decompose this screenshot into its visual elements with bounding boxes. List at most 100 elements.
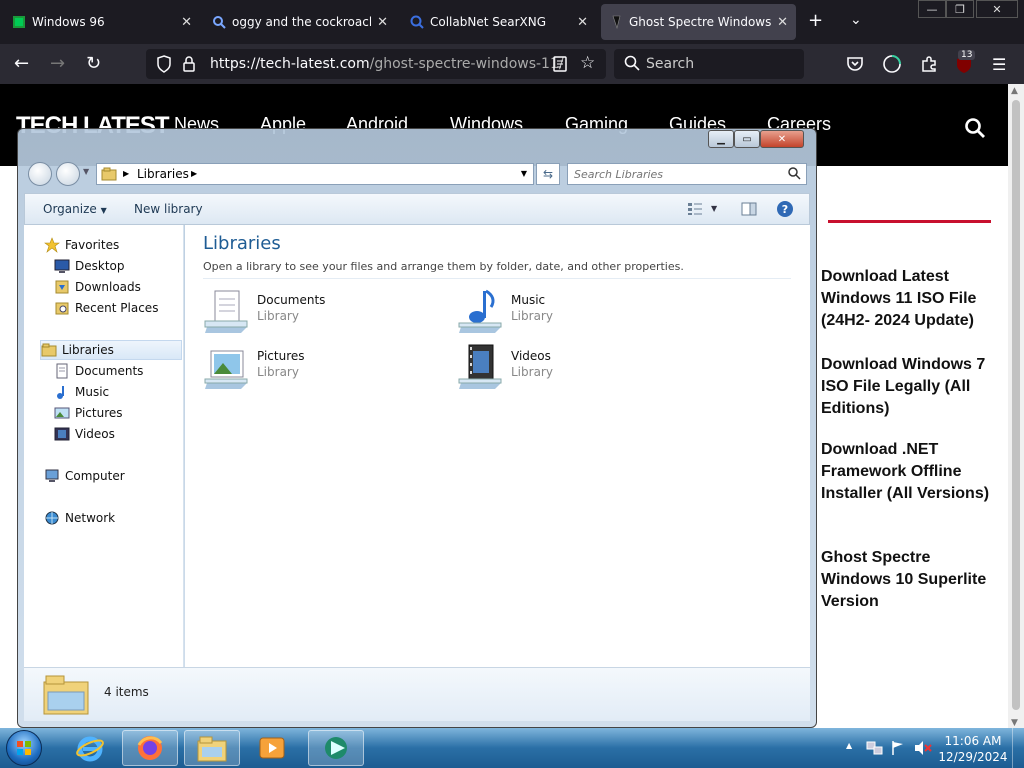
close-tab-icon[interactable]: ✕ bbox=[577, 15, 588, 30]
clock-time: 11:06 AM bbox=[944, 734, 1002, 748]
search-placeholder: Search bbox=[646, 56, 695, 72]
library-item-pictures[interactable]: Pictures Library bbox=[203, 343, 305, 391]
list-all-tabs-chevron-icon[interactable]: ⌄ bbox=[850, 12, 862, 28]
nav-recent-places[interactable]: Recent Places bbox=[54, 300, 158, 316]
browser-restore-icon[interactable]: ❐ bbox=[946, 0, 974, 18]
window-caption-buttons: ▁ ▭ ✕ bbox=[708, 130, 804, 148]
folder-icon bbox=[197, 736, 227, 762]
pocket-icon[interactable] bbox=[846, 55, 864, 76]
computer-label: Computer bbox=[65, 469, 125, 483]
browser-minimize-icon[interactable]: — bbox=[918, 0, 946, 18]
internet-explorer-taskbar-button[interactable] bbox=[62, 730, 118, 766]
refresh-button[interactable]: ⇆ bbox=[536, 163, 560, 185]
tab-windows-96[interactable]: Windows 96 ✕ bbox=[4, 4, 200, 40]
media-player-taskbar-button[interactable] bbox=[244, 730, 300, 766]
organize-button[interactable]: Organize ▼ bbox=[43, 202, 107, 216]
sidebar-link[interactable]: Ghost Spectre Windows 10 Superlite Versi… bbox=[821, 547, 1001, 613]
nav-network[interactable]: Network bbox=[44, 510, 115, 526]
library-item-documents[interactable]: Documents Library bbox=[203, 287, 325, 335]
page-scrollbar[interactable]: ▲ ▼ bbox=[1008, 84, 1024, 730]
explorer-search-input[interactable] bbox=[574, 166, 774, 182]
action-center-flag-icon[interactable] bbox=[890, 740, 906, 759]
nav-libraries[interactable]: Libraries bbox=[40, 340, 182, 360]
internet-explorer-icon bbox=[76, 736, 104, 762]
sidebar-link[interactable]: Download .NET Framework Offline Installe… bbox=[821, 439, 1001, 505]
lock-icon[interactable] bbox=[182, 55, 196, 76]
account-icon[interactable] bbox=[882, 54, 902, 77]
pictures-icon bbox=[54, 405, 70, 421]
scroll-down-icon[interactable]: ▼ bbox=[1011, 718, 1018, 728]
library-name: Videos bbox=[511, 349, 551, 363]
tab-ghost-spectre[interactable]: Ghost Spectre Windows 11 ✕ bbox=[601, 4, 796, 40]
sidebar-link[interactable]: Download Latest Windows 11 ISO File (24H… bbox=[821, 266, 1001, 332]
recent-pages-chevron-icon[interactable]: ▼ bbox=[83, 167, 89, 176]
forward-icon[interactable]: → bbox=[50, 53, 65, 75]
bookmark-star-icon[interactable]: ☆ bbox=[580, 53, 595, 73]
app-icon bbox=[325, 737, 347, 759]
close-tab-icon[interactable]: ✕ bbox=[377, 15, 388, 30]
back-button[interactable] bbox=[28, 162, 52, 186]
nav-computer[interactable]: Computer bbox=[44, 468, 125, 484]
preview-pane-icon[interactable] bbox=[741, 202, 757, 219]
forward-button[interactable] bbox=[56, 162, 80, 186]
breadcrumb-arrow-icon[interactable]: ▶ bbox=[123, 169, 129, 178]
address-text[interactable]: Libraries bbox=[137, 167, 189, 181]
network-tray-icon[interactable] bbox=[866, 740, 884, 759]
url-bar[interactable]: https://tech-latest.com/ghost-spectre-wi… bbox=[146, 49, 606, 79]
app-menu-icon[interactable]: ☰ bbox=[992, 54, 1006, 76]
show-hidden-icons-icon[interactable]: ▲ bbox=[846, 741, 852, 750]
volume-muted-icon[interactable] bbox=[914, 740, 932, 759]
libraries-folder-icon bbox=[101, 167, 117, 184]
favorites-label: Favorites bbox=[65, 238, 120, 252]
site-search-icon[interactable] bbox=[964, 117, 986, 144]
browser-close-icon[interactable]: ✕ bbox=[976, 0, 1018, 18]
scrollbar-thumb[interactable] bbox=[1012, 100, 1020, 710]
sidebar-link[interactable]: Download Windows 7 ISO File Legally (All… bbox=[821, 354, 1001, 420]
nav-videos[interactable]: Videos bbox=[54, 426, 115, 442]
explorer-search-box[interactable] bbox=[567, 163, 807, 185]
nav-favorites[interactable]: Favorites bbox=[44, 237, 119, 253]
library-item-videos[interactable]: Videos Library bbox=[457, 343, 553, 391]
minimize-icon[interactable]: ▁ bbox=[708, 130, 734, 148]
new-tab-icon[interactable]: + bbox=[808, 10, 823, 31]
browser-search-bar[interactable]: Search bbox=[614, 49, 804, 79]
help-icon[interactable]: ? bbox=[777, 201, 793, 217]
url-text[interactable]: https://tech-latest.com/ghost-spectre-wi… bbox=[210, 56, 564, 72]
nav-music[interactable]: Music bbox=[54, 384, 109, 400]
nav-pictures[interactable]: Pictures bbox=[54, 405, 123, 421]
new-library-button[interactable]: New library bbox=[134, 202, 203, 216]
change-view-icon[interactable] bbox=[687, 202, 703, 219]
taskbar-clock[interactable]: 11:06 AM 12/29/2024 bbox=[938, 733, 1008, 765]
reload-icon[interactable]: ↻ bbox=[86, 53, 101, 75]
tab-oggy[interactable]: oggy and the cockroaches ✕ bbox=[204, 4, 396, 40]
app-taskbar-button[interactable] bbox=[308, 730, 364, 766]
downloads-icon bbox=[54, 279, 70, 295]
nav-label: Pictures bbox=[75, 406, 123, 420]
page-title: Libraries bbox=[203, 233, 281, 254]
shield-icon[interactable] bbox=[156, 55, 172, 76]
show-desktop-button[interactable] bbox=[1012, 728, 1024, 768]
reader-view-icon[interactable] bbox=[552, 55, 568, 76]
nav-downloads[interactable]: Downloads bbox=[54, 279, 141, 295]
browser-nav-bar: ← → ↻ https://tech-latest.com/ghost-spec… bbox=[0, 44, 1024, 84]
view-options-chevron-icon[interactable]: ▼ bbox=[711, 204, 717, 213]
nav-desktop[interactable]: Desktop bbox=[54, 258, 125, 274]
close-icon[interactable]: ✕ bbox=[760, 130, 804, 148]
back-icon[interactable]: ← bbox=[14, 53, 29, 75]
search-icon[interactable] bbox=[787, 166, 801, 183]
explorer-taskbar-button[interactable] bbox=[184, 730, 240, 766]
breadcrumb-arrow-icon[interactable]: ▶ bbox=[191, 169, 197, 178]
firefox-taskbar-button[interactable] bbox=[122, 730, 178, 766]
close-tab-icon[interactable]: ✕ bbox=[777, 15, 788, 30]
extensions-puzzle-icon[interactable] bbox=[920, 55, 938, 76]
maximize-icon[interactable]: ▭ bbox=[734, 130, 760, 148]
library-item-music[interactable]: Music Library bbox=[457, 287, 553, 335]
scroll-up-icon[interactable]: ▲ bbox=[1011, 86, 1018, 96]
address-history-chevron-icon[interactable]: ▼ bbox=[521, 169, 527, 178]
start-button[interactable] bbox=[6, 730, 42, 766]
close-tab-icon[interactable]: ✕ bbox=[181, 15, 192, 30]
nav-documents[interactable]: Documents bbox=[54, 363, 143, 379]
address-bar[interactable]: ▶ Libraries ▶ ▼ bbox=[96, 163, 534, 185]
media-player-icon bbox=[259, 737, 285, 759]
tab-searxng[interactable]: CollabNet SearXNG ✕ bbox=[402, 4, 596, 40]
